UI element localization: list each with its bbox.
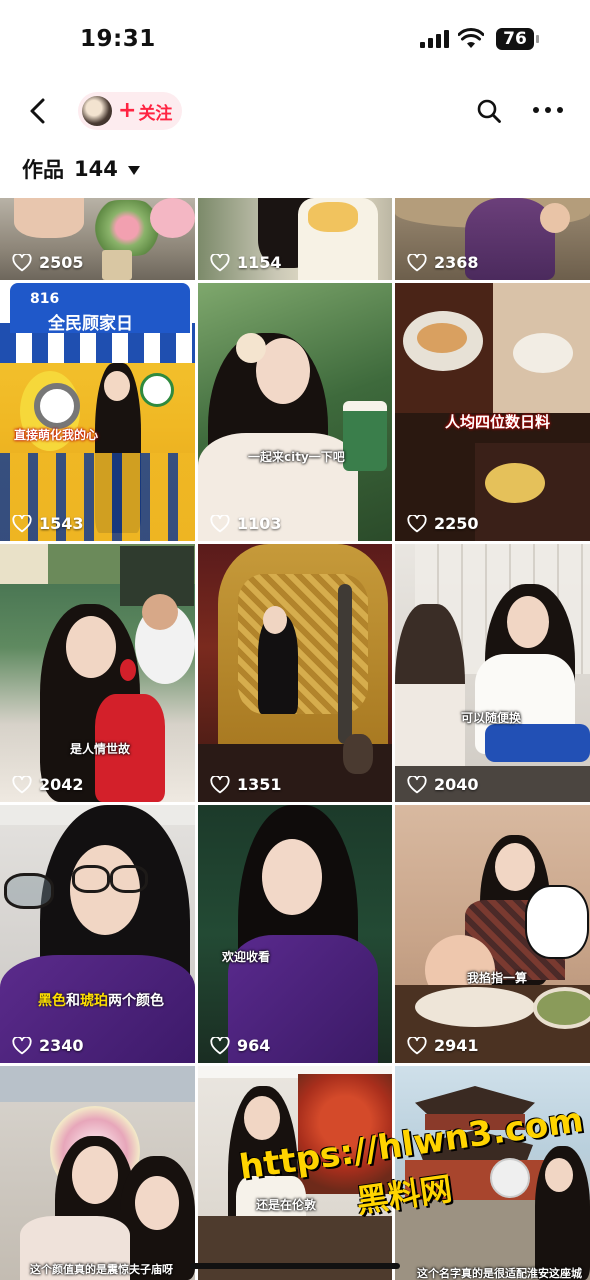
works-label: 作品 (22, 158, 64, 182)
works-filter[interactable]: 作品 144 (22, 154, 140, 184)
heart-icon (407, 514, 427, 532)
plus-icon: + (118, 98, 137, 123)
like-count: 2042 (12, 775, 84, 794)
post-tile[interactable]: 1154 (198, 198, 392, 280)
like-count: 2505 (12, 253, 84, 272)
post-tile[interactable]: 一起来city一下吧 1103 (198, 283, 392, 541)
home-indicator[interactable] (190, 1263, 400, 1269)
like-count: 1351 (210, 775, 282, 794)
heart-icon (12, 775, 32, 793)
back-arrow-icon[interactable] (24, 96, 54, 126)
post-tile[interactable]: 2505 (0, 198, 195, 280)
like-count: 1154 (210, 253, 282, 272)
post-tile[interactable]: 可以随便换 2040 (395, 544, 590, 802)
follow-button[interactable]: + 关注 (78, 92, 183, 130)
works-count: 144 (74, 157, 118, 181)
more-options-icon[interactable] (533, 107, 563, 115)
like-count: 2368 (407, 253, 479, 272)
search-icon[interactable] (476, 98, 502, 124)
post-caption: 黑色和琥珀两个颜色 (38, 993, 164, 1009)
post-tile[interactable]: 黑色和琥珀两个颜色 2340 (0, 805, 195, 1063)
like-count: 1543 (12, 514, 84, 533)
post-caption: 人均四位数日料 (445, 413, 551, 431)
post-caption: 一起来city一下吧 (248, 450, 345, 464)
heart-icon (12, 514, 32, 532)
top-nav-bar: + 关注 (0, 80, 590, 142)
post-tile[interactable]: 欢迎收看 964 (198, 805, 392, 1063)
post-tile[interactable]: 这个颜值真的是震惊夫子庙呀 (0, 1066, 195, 1280)
heart-icon (407, 775, 427, 793)
post-caption: 这个名字真的是很适配淮安这座城 (417, 1267, 582, 1280)
like-count: 2941 (407, 1036, 479, 1055)
post-tile[interactable]: 人均四位数日料 2250 (395, 283, 590, 541)
like-count: 964 (210, 1036, 270, 1055)
heart-icon (210, 1036, 230, 1054)
post-caption: 还是在伦敦 (256, 1198, 317, 1212)
like-count: 1103 (210, 514, 282, 533)
post-tile[interactable]: 是人情世故 2042 (0, 544, 195, 802)
heart-icon (407, 1036, 427, 1054)
status-bar: 19:31 76 (0, 0, 590, 80)
like-count: 2040 (407, 775, 479, 794)
post-tile[interactable]: 我掐指一算 2941 (395, 805, 590, 1063)
like-count: 2250 (407, 514, 479, 533)
post-caption: 这个颜值真的是震惊夫子庙呀 (30, 1263, 173, 1276)
heart-icon (210, 775, 230, 793)
post-tile[interactable]: 2368 (395, 198, 590, 280)
post-caption: 我掐指一算 (467, 971, 528, 985)
heart-icon (12, 253, 32, 271)
banner-title: 全民顾家日 (48, 314, 133, 334)
follow-label: 关注 (138, 103, 173, 124)
caret-down-icon (127, 165, 140, 175)
cellular-signal-icon (420, 30, 450, 48)
banner-number: 816 (30, 291, 60, 307)
heart-icon (210, 514, 230, 532)
author-avatar[interactable] (82, 96, 112, 126)
post-caption: 直接萌化我的心 (14, 428, 99, 442)
heart-icon (12, 1036, 32, 1054)
battery-tip (536, 35, 539, 43)
heart-icon (407, 253, 427, 271)
post-tile[interactable]: 1351 (198, 544, 392, 802)
post-caption: 可以随便换 (461, 711, 522, 725)
post-tile[interactable]: 816 全民顾家日 直接萌化我的心 1543 (0, 283, 195, 541)
like-count: 2340 (12, 1036, 84, 1055)
heart-icon (210, 253, 230, 271)
post-caption: 是人情世故 (70, 742, 131, 756)
wifi-icon (458, 28, 484, 48)
battery-indicator: 76 (496, 28, 534, 50)
post-caption: 欢迎收看 (222, 950, 271, 964)
status-time: 19:31 (80, 26, 156, 52)
